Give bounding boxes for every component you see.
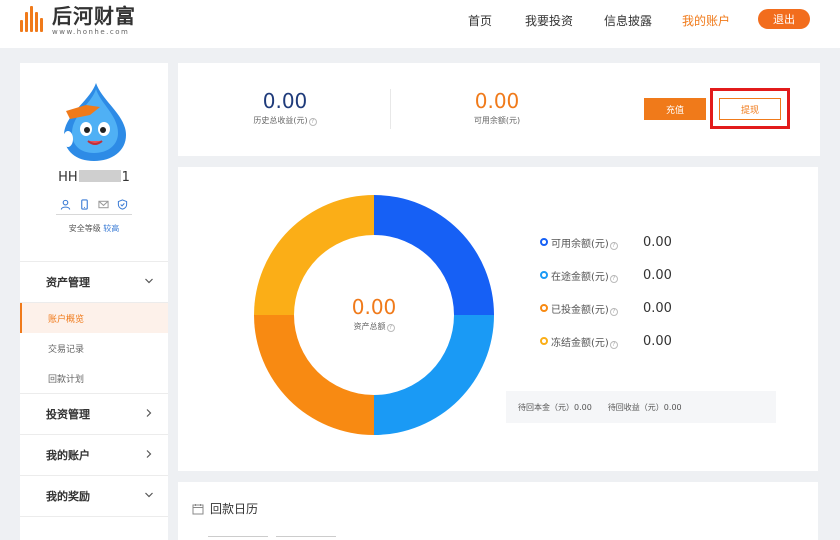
user-icon[interactable]: [60, 199, 71, 210]
masked-username: [78, 170, 121, 182]
available-balance-label: 可用余额(元): [473, 116, 521, 125]
menu-my-rewards[interactable]: 我的奖励: [20, 476, 168, 516]
help-icon[interactable]: ?: [609, 241, 618, 250]
chevron-right-icon: [146, 450, 152, 458]
legend-frozen: 冻结金额(元)? 0.00: [540, 333, 672, 349]
total-assets-label: 资产总额: [353, 322, 386, 331]
donut-center: 0.00 资产总额?: [254, 295, 494, 332]
legend-value: 0.00: [643, 333, 672, 349]
security-level-value[interactable]: 较高: [103, 224, 119, 233]
logo-mark-icon: [20, 4, 46, 32]
menu-repayment-plan[interactable]: 回款计划: [20, 363, 168, 393]
logo-url: www.honhe.com: [52, 28, 130, 36]
asset-chart-card: 0.00 资产总额? 可用余额(元)? 0.00 在途金额(元)? 0.00 已…: [178, 167, 818, 471]
account-summary-card: 0.00 历史总收益(元)? 0.00 可用余额(元) 充值 提现: [178, 63, 820, 156]
menu-account-overview[interactable]: 账户概览: [20, 303, 168, 333]
repayment-calendar-card: 回款日历: [178, 482, 818, 540]
calendar-select-year[interactable]: [208, 536, 268, 540]
top-header: 后河财富 www.honhe.com 首页 我要投资 信息披露 我的账户 退出: [0, 0, 840, 48]
legend-dot-icon: [540, 337, 548, 345]
nav-disclosure[interactable]: 信息披露: [604, 12, 652, 29]
pending-returns: 待回本金（元）0.00 待回收益（元）0.00: [506, 391, 776, 423]
legend-in-transit: 在途金额(元)? 0.00: [540, 267, 672, 283]
help-icon[interactable]: ?: [308, 118, 317, 126]
chevron-right-icon: [146, 409, 152, 417]
divider: [390, 89, 391, 129]
shield-icon[interactable]: [117, 199, 128, 210]
total-income-label: 历史总收益(元): [253, 116, 308, 125]
total-income-value: 0.00: [262, 89, 308, 113]
help-icon[interactable]: ?: [609, 274, 618, 283]
sidebar: HH 1 安全等级 较高 资产管理 账户概览 交易记录 回款计划 投资管理 我的账…: [20, 63, 168, 540]
calendar-select-month[interactable]: [276, 536, 336, 540]
nav-home[interactable]: 首页: [468, 12, 492, 29]
pending-income: 待回收益（元）0.00: [607, 402, 682, 412]
chevron-down-icon: [145, 492, 153, 498]
nav-invest[interactable]: 我要投资: [525, 12, 573, 29]
legend-value: 0.00: [643, 300, 672, 316]
legend-dot-icon: [540, 238, 548, 246]
donut-segment-invested: [254, 315, 374, 435]
legend-value: 0.00: [643, 267, 672, 283]
total-assets-value: 0.00: [351, 295, 397, 319]
nav-my-account[interactable]: 我的账户: [682, 12, 730, 29]
menu-my-account[interactable]: 我的账户: [20, 435, 168, 475]
chevron-down-icon: [145, 278, 153, 284]
username: HH 1: [58, 170, 130, 185]
phone-icon[interactable]: [79, 199, 90, 210]
logo-text: 后河财富: [52, 4, 136, 28]
pending-principal: 待回本金（元）0.00: [518, 402, 592, 412]
available-balance-value: 0.00: [474, 89, 520, 113]
menu-asset-management[interactable]: 资产管理: [20, 262, 168, 302]
help-icon[interactable]: ?: [609, 307, 618, 316]
help-icon[interactable]: ?: [386, 324, 395, 332]
help-icon[interactable]: ?: [609, 340, 618, 349]
legend-value: 0.00: [643, 234, 672, 250]
logout-button[interactable]: 退出: [758, 9, 810, 29]
total-income-stat: 0.00 历史总收益(元)?: [215, 89, 355, 126]
verification-icons: [56, 195, 132, 215]
legend-dot-icon: [540, 271, 548, 279]
menu-investment-management[interactable]: 投资管理: [20, 394, 168, 434]
withdraw-button[interactable]: 提现: [719, 98, 781, 120]
donut-segment-in-transit: [374, 315, 494, 435]
avatar[interactable]: [56, 81, 132, 163]
calendar-title: 回款日历: [192, 500, 258, 517]
security-level: 安全等级 较高: [68, 224, 120, 233]
legend-invested: 已投金额(元)? 0.00: [540, 300, 672, 316]
menu-transactions[interactable]: 交易记录: [20, 333, 168, 363]
mail-icon[interactable]: [98, 199, 109, 210]
legend-available: 可用余额(元)? 0.00: [540, 234, 672, 250]
available-balance-stat: 0.00 可用余额(元): [427, 89, 567, 126]
legend-dot-icon: [540, 304, 548, 312]
calendar-icon: [192, 503, 204, 514]
recharge-button[interactable]: 充值: [644, 98, 706, 120]
logo[interactable]: 后河财富 www.honhe.com: [20, 4, 136, 40]
